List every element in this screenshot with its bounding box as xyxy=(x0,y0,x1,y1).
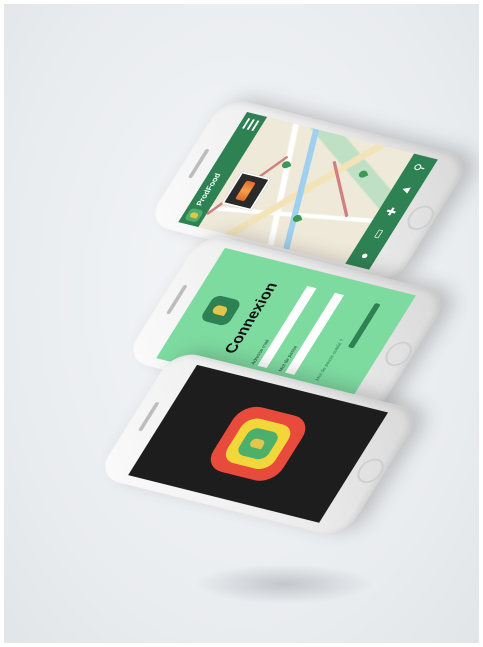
menu-icon[interactable] xyxy=(242,118,260,131)
river xyxy=(281,114,324,255)
card-icon[interactable]: ▭ xyxy=(368,226,388,241)
app-logo-icon xyxy=(199,294,243,327)
map-pin-icon[interactable] xyxy=(357,169,369,179)
search-icon[interactable]: ⚲ xyxy=(409,160,429,175)
forgot-password-link[interactable]: Mot de passe oublié ? xyxy=(314,338,345,381)
floor-shadow xyxy=(194,564,374,604)
speaker xyxy=(137,401,160,432)
mockup-stage: ProdFood ● ▭ ✚ ▲ ⚲ Connexion Adresse mai… xyxy=(4,4,479,643)
speaker xyxy=(165,284,188,315)
profile-icon[interactable]: ● xyxy=(354,248,374,263)
product-photo-popup[interactable] xyxy=(221,171,272,211)
road xyxy=(332,160,349,218)
notification-icon[interactable]: ▲ xyxy=(395,182,415,197)
login-submit-button[interactable] xyxy=(347,302,381,349)
speaker xyxy=(187,148,210,179)
plus-icon[interactable]: ✚ xyxy=(382,204,402,219)
